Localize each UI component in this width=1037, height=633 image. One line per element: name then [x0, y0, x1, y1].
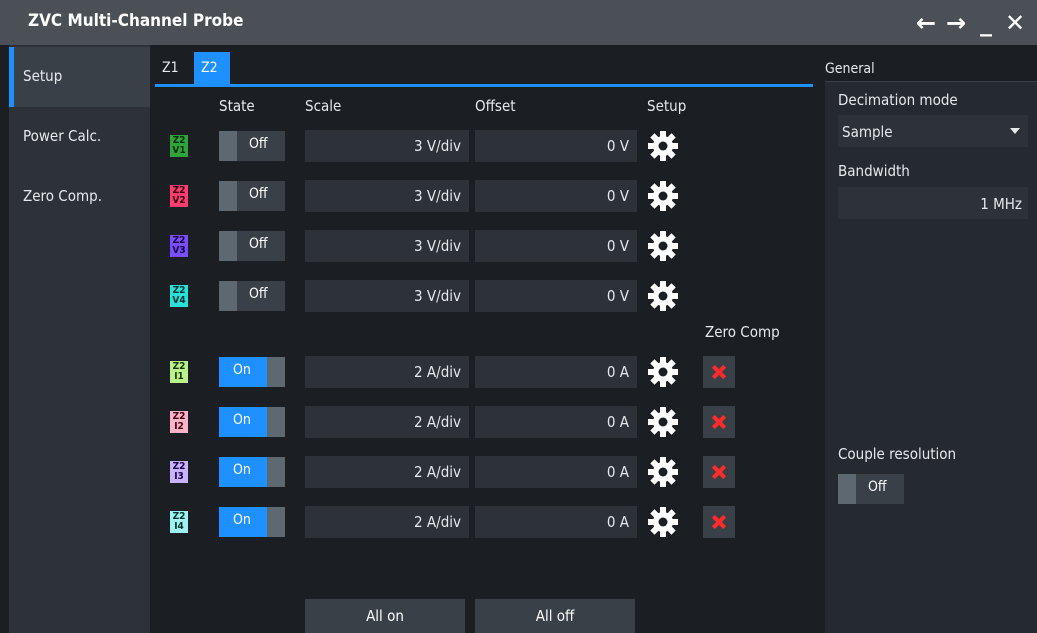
scale-field[interactable]: 2 A/div — [305, 506, 469, 538]
decimation-mode-value: Sample — [842, 123, 893, 141]
scale-field[interactable]: 3 V/div — [305, 230, 469, 262]
state-toggle[interactable]: On — [219, 457, 285, 487]
gear-icon[interactable] — [647, 406, 679, 438]
gear-icon[interactable] — [647, 130, 679, 162]
toggle-label: On — [233, 512, 251, 528]
offset-field[interactable]: 0 A — [475, 356, 637, 388]
chevron-down-icon — [1010, 128, 1020, 134]
state-header: State — [219, 97, 255, 115]
nav-item-setup[interactable]: Setup — [9, 47, 150, 107]
bandwidth-label: Bandwidth — [838, 162, 910, 180]
channel-badge: Z2 V1 — [170, 135, 188, 157]
channel-badge: Z2 I4 — [170, 511, 188, 533]
all-off-button[interactable]: All off — [475, 599, 635, 633]
toggle-label: On — [233, 412, 251, 428]
toggle-knob — [219, 181, 237, 211]
gear-icon[interactable] — [647, 280, 679, 312]
channel-badge: Z2 V2 — [170, 185, 188, 207]
nav-item-label: Power Calc. — [23, 127, 102, 145]
channel-badge: Z2 I3 — [170, 461, 188, 483]
scale-field[interactable]: 3 V/div — [305, 180, 469, 212]
offset-header: Offset — [475, 97, 516, 115]
toggle-knob — [219, 231, 237, 261]
offset-field[interactable]: 0 V — [475, 180, 637, 212]
state-toggle[interactable]: Off — [219, 231, 285, 261]
toggle-knob — [267, 357, 285, 387]
gear-icon[interactable] — [647, 180, 679, 212]
zero-comp-toggle-button[interactable] — [703, 406, 735, 438]
offset-field[interactable]: 0 A — [475, 506, 637, 538]
nav-item-zero-comp[interactable]: Zero Comp. — [9, 167, 150, 227]
general-header: General — [825, 52, 1037, 82]
title-bar: ZVC Multi-Channel Probe ← → _ ✕ — [0, 0, 1037, 45]
toggle-knob — [267, 507, 285, 537]
toggle-label: Off — [249, 186, 268, 202]
offset-field[interactable]: 0 V — [475, 280, 637, 312]
scale-field[interactable]: 2 A/div — [305, 406, 469, 438]
scale-header: Scale — [305, 97, 342, 115]
couple-resolution-label: Couple resolution — [838, 445, 957, 463]
all-on-button[interactable]: All on — [305, 599, 465, 633]
channel-badge: Z2 V4 — [170, 285, 188, 307]
offset-field[interactable]: 0 V — [475, 230, 637, 262]
toggle-label: On — [233, 362, 251, 378]
forward-arrow-icon[interactable]: → — [942, 9, 970, 37]
offset-field[interactable]: 0 A — [475, 456, 637, 488]
tab-z2[interactable]: Z2 — [194, 52, 230, 84]
toggle-knob — [267, 407, 285, 437]
gear-icon[interactable] — [647, 456, 679, 488]
decimation-mode-label: Decimation mode — [838, 91, 958, 109]
gear-icon[interactable] — [647, 356, 679, 388]
nav-item-power-calc[interactable]: Power Calc. — [9, 107, 150, 167]
left-navigation: Setup Power Calc. Zero Comp. — [9, 45, 150, 633]
nav-item-label: Zero Comp. — [23, 187, 102, 205]
minimize-icon[interactable]: _ — [972, 9, 1000, 37]
tab-z1[interactable]: Z1 — [155, 52, 193, 84]
back-arrow-icon[interactable]: ← — [912, 9, 940, 37]
toggle-knob — [838, 474, 856, 504]
scale-field[interactable]: 2 A/div — [305, 356, 469, 388]
toggle-knob — [267, 457, 285, 487]
toggle-knob — [219, 131, 237, 161]
offset-field[interactable]: 0 V — [475, 130, 637, 162]
bandwidth-field[interactable]: 1 MHz — [838, 187, 1028, 219]
zero-comp-header: Zero Comp — [705, 323, 780, 341]
channel-badge: Z2 V3 — [170, 235, 188, 257]
state-toggle[interactable]: Off — [219, 181, 285, 211]
nav-item-label: Setup — [23, 67, 63, 85]
scale-field[interactable]: 2 A/div — [305, 456, 469, 488]
zero-comp-toggle-button[interactable] — [703, 356, 735, 388]
toggle-label: On — [233, 462, 251, 478]
scale-field[interactable]: 3 V/div — [305, 280, 469, 312]
channel-badge: Z2 I1 — [170, 361, 188, 383]
couple-resolution-toggle[interactable]: Off — [838, 474, 904, 504]
window-title: ZVC Multi-Channel Probe — [28, 11, 244, 31]
zero-comp-toggle-button[interactable] — [703, 456, 735, 488]
gear-icon[interactable] — [647, 230, 679, 262]
state-toggle[interactable]: Off — [219, 131, 285, 161]
toggle-label: Off — [868, 479, 887, 495]
decimation-mode-dropdown[interactable]: Sample — [838, 115, 1028, 147]
state-toggle[interactable]: On — [219, 507, 285, 537]
offset-field[interactable]: 0 A — [475, 406, 637, 438]
zero-comp-toggle-button[interactable] — [703, 506, 735, 538]
toggle-label: Off — [249, 286, 268, 302]
panel-separator — [813, 52, 825, 633]
state-toggle[interactable]: On — [219, 357, 285, 387]
toggle-label: Off — [249, 236, 268, 252]
toggle-knob — [219, 281, 237, 311]
channel-badge: Z2 I2 — [170, 411, 188, 433]
state-toggle[interactable]: On — [219, 407, 285, 437]
setup-header: Setup — [647, 97, 687, 115]
scale-field[interactable]: 3 V/div — [305, 130, 469, 162]
close-icon[interactable]: ✕ — [1001, 9, 1029, 37]
toggle-label: Off — [249, 136, 268, 152]
gear-icon[interactable] — [647, 506, 679, 538]
state-toggle[interactable]: Off — [219, 281, 285, 311]
